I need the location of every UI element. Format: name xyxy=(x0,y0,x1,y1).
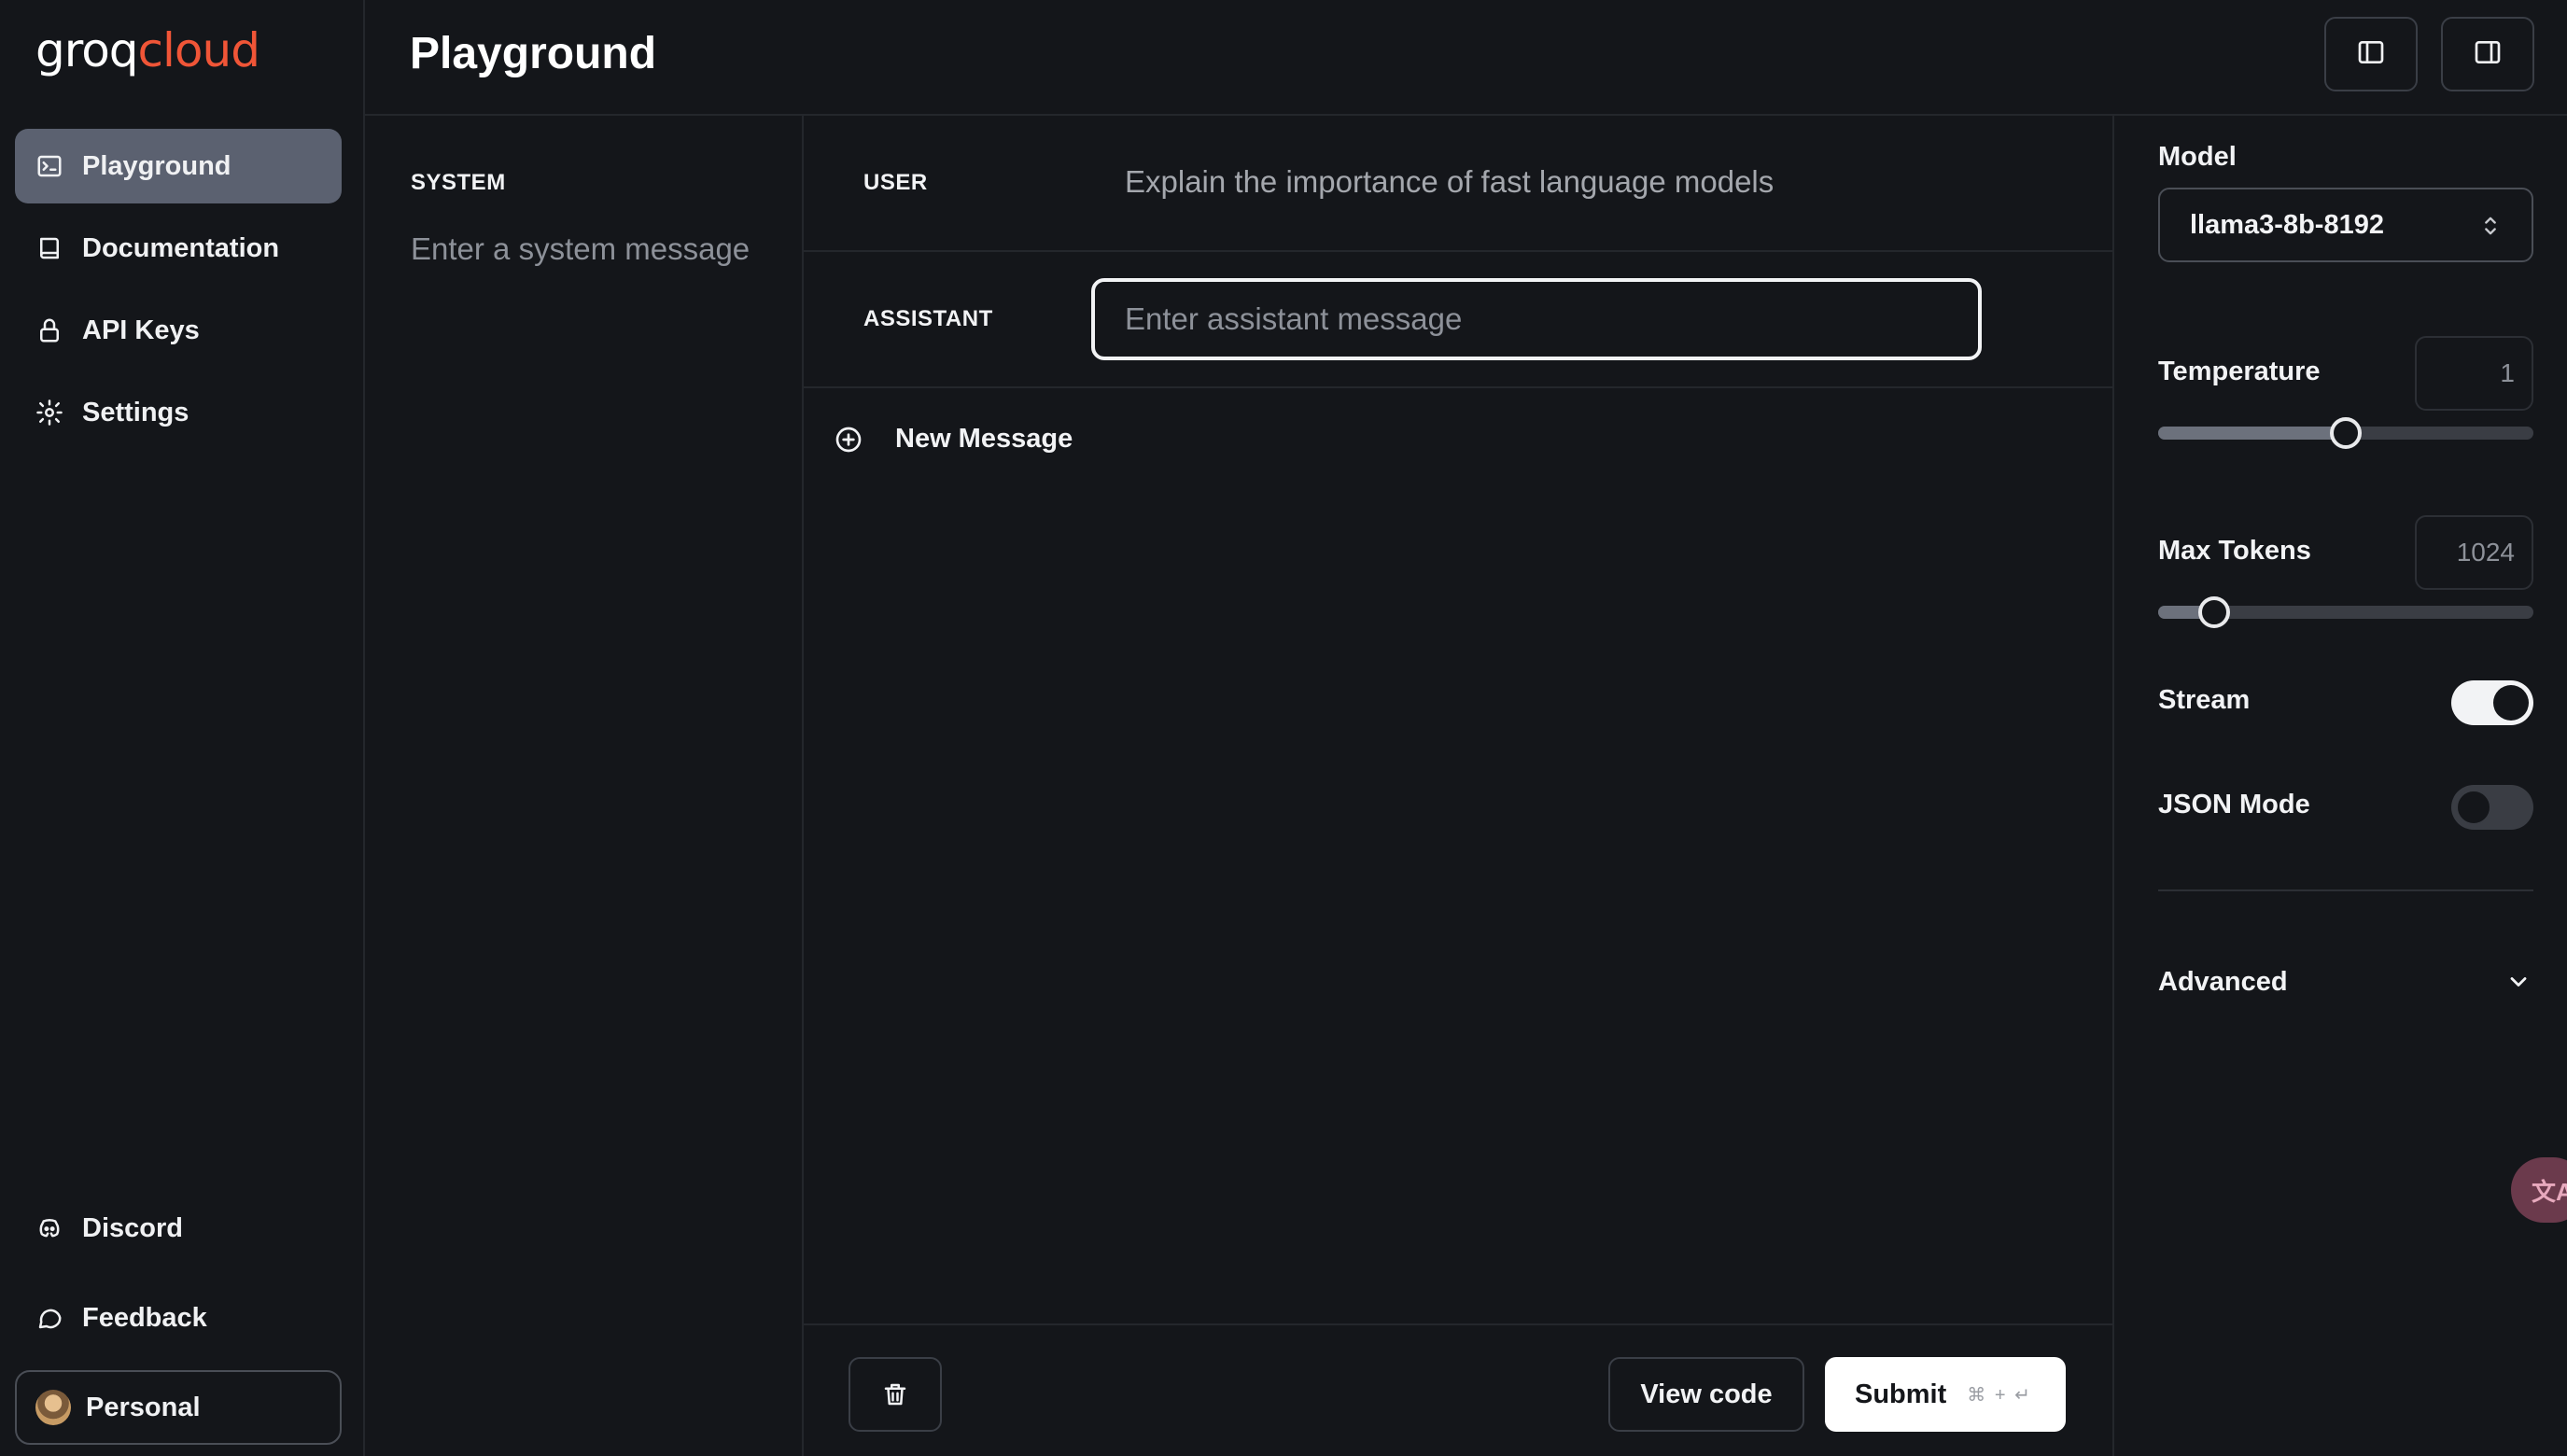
sidebar: groqcloud Playground Documentation API K… xyxy=(0,0,365,1456)
system-panel: SYSTEM Enter a system message xyxy=(365,116,804,1456)
messages-panel: USER Explain the importance of fast lang… xyxy=(804,116,2114,1456)
toggle-left-panel-button[interactable] xyxy=(2324,17,2418,91)
chat-bubble-icon xyxy=(35,1304,63,1332)
chevron-down-icon[interactable] xyxy=(2505,969,2532,995)
account-switcher[interactable]: Personal xyxy=(15,1370,342,1445)
terminal-icon xyxy=(35,152,63,180)
sidebar-item-playground[interactable]: Playground xyxy=(15,129,342,203)
user-message-text[interactable]: Explain the importance of fast language … xyxy=(1125,164,1774,200)
temperature-input[interactable]: 1 xyxy=(2415,336,2533,411)
header: Playground xyxy=(365,0,2567,116)
chevrons-up-down-icon xyxy=(2485,217,2496,235)
advanced-toggle[interactable]: Advanced xyxy=(2158,967,2288,998)
temperature-slider-thumb[interactable] xyxy=(2330,417,2362,449)
user-role-label[interactable]: USER xyxy=(863,170,928,196)
json-mode-toggle-knob xyxy=(2456,790,2491,825)
model-select[interactable]: llama3-8b-8192 xyxy=(2158,188,2533,262)
lock-icon xyxy=(35,316,63,344)
submit-button[interactable]: Submit ⌘ + ↵ xyxy=(1825,1357,2066,1432)
book-icon xyxy=(35,234,63,262)
composer-footer: View code Submit ⌘ + ↵ xyxy=(804,1323,2112,1456)
sidebar-item-discord[interactable]: Discord xyxy=(15,1191,342,1266)
sidebar-item-label: Feedback xyxy=(82,1302,207,1333)
panel-right-icon xyxy=(2473,37,2503,72)
sidebar-item-settings[interactable]: Settings xyxy=(15,375,342,450)
json-mode-toggle[interactable] xyxy=(2451,785,2533,830)
submit-label: Submit xyxy=(1855,1379,1947,1409)
sidebar-item-documentation[interactable]: Documentation xyxy=(15,211,342,286)
user-message-row: USER Explain the importance of fast lang… xyxy=(804,116,2112,252)
max-tokens-slider-thumb[interactable] xyxy=(2198,596,2231,628)
sidebar-item-label: API Keys xyxy=(82,315,200,345)
temperature-label: Temperature xyxy=(2158,357,2321,386)
model-label: Model xyxy=(2158,142,2237,172)
model-value: llama3-8b-8192 xyxy=(2190,209,2384,240)
account-label: Personal xyxy=(86,1392,201,1422)
system-label: SYSTEM xyxy=(411,170,506,195)
sidebar-item-label: Documentation xyxy=(82,232,280,263)
plus-circle-icon xyxy=(835,427,862,452)
toggle-right-panel-button[interactable] xyxy=(2441,17,2534,91)
panel-left-icon xyxy=(2356,37,2386,72)
sidebar-item-label: Discord xyxy=(82,1212,183,1243)
temperature-slider[interactable] xyxy=(2158,417,2533,449)
max-tokens-input[interactable]: 1024 xyxy=(2415,515,2533,590)
clear-messages-button[interactable] xyxy=(849,1357,942,1432)
discord-icon xyxy=(35,1214,63,1242)
sidebar-item-feedback[interactable]: Feedback xyxy=(15,1281,342,1355)
submit-shortcut: ⌘ + ↵ xyxy=(1967,1384,2032,1406)
page-title: Playground xyxy=(410,29,657,78)
temperature-slider-fill xyxy=(2158,427,2346,440)
stream-toggle[interactable] xyxy=(2451,680,2533,725)
assistant-role-label[interactable]: ASSISTANT xyxy=(863,306,993,332)
new-message-button[interactable]: New Message xyxy=(834,424,1073,455)
translate-icon: 文A xyxy=(2532,1177,2567,1206)
assistant-message-input[interactable]: Enter assistant message xyxy=(1091,278,1982,360)
settings-panel: Model llama3-8b-8192 Temperature 1 Max T… xyxy=(2114,116,2567,1456)
sidebar-item-api-keys[interactable]: API Keys xyxy=(15,293,342,368)
sidebar-item-label: Settings xyxy=(82,397,189,427)
max-tokens-label: Max Tokens xyxy=(2158,536,2311,566)
avatar xyxy=(35,1390,71,1425)
gear-icon xyxy=(35,399,63,427)
max-tokens-slider[interactable] xyxy=(2158,596,2533,628)
json-mode-label: JSON Mode xyxy=(2158,790,2310,819)
trash-icon xyxy=(884,1383,906,1406)
stream-toggle-knob xyxy=(2493,685,2529,721)
stream-label: Stream xyxy=(2158,685,2251,715)
groqcloud-logo[interactable]: groqcloud xyxy=(35,22,260,78)
settings-divider xyxy=(2158,889,2533,891)
view-code-button[interactable]: View code xyxy=(1608,1357,1804,1432)
app-root: groqcloud Playground Documentation API K… xyxy=(0,0,2567,1456)
system-message-input[interactable]: Enter a system message xyxy=(411,231,750,267)
sidebar-item-label: Playground xyxy=(82,150,231,181)
new-message-label: New Message xyxy=(895,424,1073,454)
